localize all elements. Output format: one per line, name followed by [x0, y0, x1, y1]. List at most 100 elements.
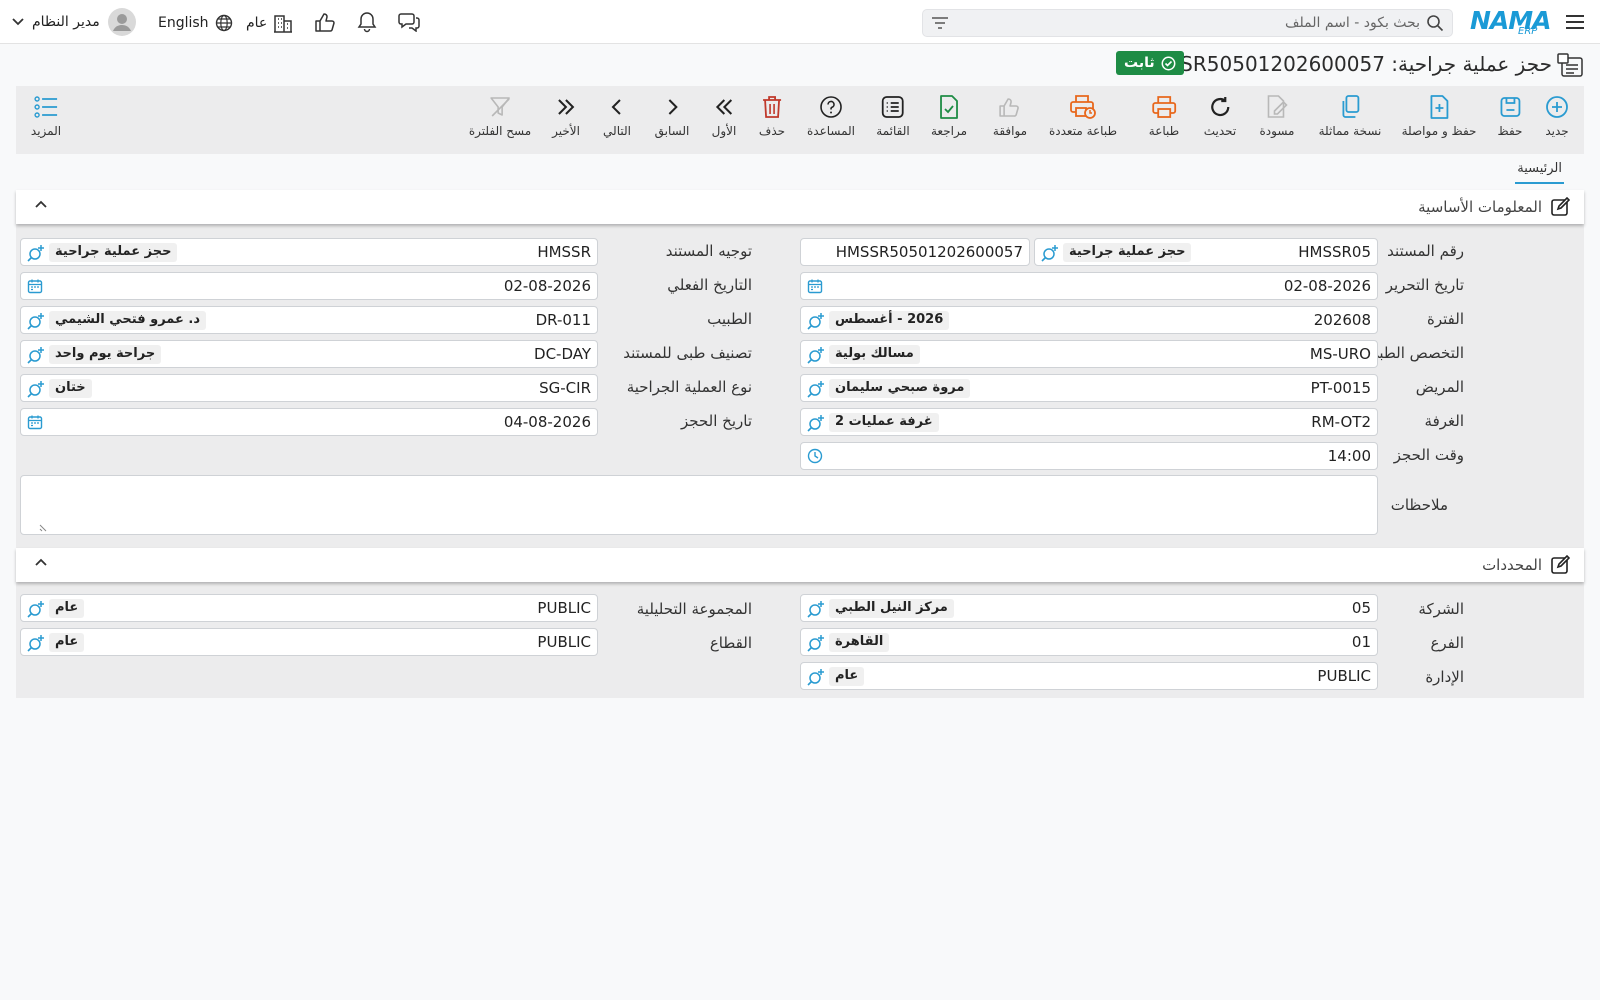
doc-number-field[interactable]: HMSSR05 حجز عملية جراحية: [1034, 238, 1378, 266]
lookup-search-icon[interactable]: [27, 380, 45, 398]
help-button[interactable]: المساعدة: [807, 92, 855, 148]
approve-button[interactable]: موافقة: [993, 92, 1027, 148]
next-button[interactable]: التالي: [603, 92, 631, 148]
first-button[interactable]: الأول: [712, 92, 736, 148]
lookup-search-icon[interactable]: [807, 380, 825, 398]
lookup-search-icon[interactable]: [27, 244, 45, 262]
print-label: طباعة: [1148, 124, 1180, 138]
doctor-field[interactable]: DR-011 د. عمرو فتحي الشيمي: [20, 306, 598, 334]
last-button[interactable]: الأخير: [552, 92, 580, 148]
file-plus-icon: [1428, 94, 1450, 120]
previous-button[interactable]: السابق: [655, 92, 689, 148]
next-label: التالي: [603, 124, 631, 138]
lookup-search-icon[interactable]: [807, 414, 825, 432]
hamburger-menu-icon[interactable]: [1563, 11, 1587, 33]
duplicate-button[interactable]: نسخة مماثلة: [1319, 92, 1381, 148]
search-input[interactable]: [980, 12, 1420, 34]
classification-field[interactable]: DC-DAY جراحة يوم واحد: [20, 340, 598, 368]
more-button[interactable]: المزيد: [31, 92, 61, 148]
collapse-chevron-icon[interactable]: [34, 199, 48, 209]
list-button[interactable]: القائمة: [876, 92, 910, 148]
search-icon[interactable]: [1426, 14, 1444, 32]
sector-field[interactable]: PUBLIC عام: [20, 628, 598, 656]
doc-number-label: رقم المستند: [1387, 242, 1464, 260]
company-code: 05: [1351, 599, 1371, 617]
resize-handle-icon[interactable]: [39, 524, 47, 532]
logo-sub: ERP: [1518, 26, 1538, 37]
basic-info-title: المعلومات الأساسية: [1418, 198, 1542, 216]
lookup-search-icon[interactable]: [807, 634, 825, 652]
specialty-field[interactable]: MS-URO مسالك بولية: [800, 340, 1378, 368]
refresh-button[interactable]: تحديث: [1204, 92, 1236, 148]
lookup-search-icon[interactable]: [27, 312, 45, 330]
tab-main[interactable]: الرئيسية: [1515, 158, 1564, 184]
refresh-icon: [1208, 95, 1232, 119]
company-scope[interactable]: عام: [246, 12, 293, 34]
period-label: الفترة: [1427, 310, 1464, 328]
edit-date-field[interactable]: 02-08-2026: [800, 272, 1378, 300]
doc-direction-field[interactable]: HMSSR حجز عملية جراحية: [20, 238, 598, 266]
specialty-label: التخصص الطبي: [1366, 344, 1464, 362]
patient-name: مروة صبحي سليمان: [829, 379, 971, 398]
collapse-chevron-icon[interactable]: [34, 557, 48, 567]
filter-off-icon: [488, 95, 512, 119]
trash-icon: [761, 94, 783, 120]
surgery-type-field[interactable]: SG-CIR ختان: [20, 374, 598, 402]
clock-icon[interactable]: [807, 448, 823, 464]
double-chevron-right-icon: [556, 98, 576, 116]
notes-textarea[interactable]: [20, 475, 1378, 535]
lookup-search-icon[interactable]: [807, 312, 825, 330]
calendar-icon[interactable]: [807, 278, 823, 294]
patient-label: المريض: [1415, 378, 1464, 396]
department-field[interactable]: PUBLIC عام: [800, 662, 1378, 690]
booking-date-field[interactable]: 04-08-2026: [20, 408, 598, 436]
globe-icon: [215, 14, 233, 32]
printer-icon: [1151, 95, 1177, 119]
lookup-search-icon[interactable]: [807, 346, 825, 364]
language-switch[interactable]: English: [158, 12, 233, 34]
calendar-icon[interactable]: [27, 414, 43, 430]
draft-button[interactable]: مسودة: [1260, 92, 1294, 148]
review-button[interactable]: مراجعة: [931, 92, 967, 148]
thumbs-up-icon[interactable]: [314, 11, 336, 33]
classification-code: DC-DAY: [534, 345, 591, 363]
lookup-search-icon[interactable]: [27, 600, 45, 618]
save-continue-button[interactable]: حفظ و مواصلة: [1402, 92, 1476, 148]
status-label: ثابت: [1124, 55, 1155, 71]
multi-print-button[interactable]: طباعة متعددة: [1049, 92, 1117, 148]
chevron-left-icon: [611, 98, 623, 116]
delete-button[interactable]: حذف: [759, 92, 785, 148]
bell-icon[interactable]: [356, 11, 378, 33]
lookup-search-icon[interactable]: [27, 634, 45, 652]
language-label: English: [158, 15, 209, 31]
lookup-search-icon[interactable]: [807, 600, 825, 618]
chat-icon[interactable]: [398, 11, 420, 33]
branch-field[interactable]: 01 القاهرة: [800, 628, 1378, 656]
room-field[interactable]: RM-OT2 غرفة عمليات 2: [800, 408, 1378, 436]
patient-field[interactable]: PT-0015 مروة صبحي سليمان: [800, 374, 1378, 402]
actual-date-field[interactable]: 02-08-2026: [20, 272, 598, 300]
doctor-label: الطبيب: [707, 310, 752, 328]
calendar-icon[interactable]: [27, 278, 43, 294]
lookup-search-icon[interactable]: [807, 668, 825, 686]
lookup-search-icon[interactable]: [27, 346, 45, 364]
save-icon: [1498, 95, 1522, 119]
building-icon: [273, 13, 293, 33]
lookup-search-icon[interactable]: [1041, 244, 1059, 262]
period-field[interactable]: 202608 2026 - أغسطس: [800, 306, 1378, 334]
new-button[interactable]: جديد: [1545, 92, 1569, 148]
page-title: حجز عملية جراحية: HMSSR50501202600057: [1135, 52, 1552, 76]
filter-icon[interactable]: [931, 16, 949, 30]
doc-number-full-field: HMSSR50501202600057: [800, 238, 1030, 266]
surgery-type-label: نوع العملية الجراحية: [626, 378, 752, 396]
booking-time-field[interactable]: 14:00: [800, 442, 1378, 470]
company-field[interactable]: 05 مركز النيل الطبي: [800, 594, 1378, 622]
dimensions-title: المحددات: [1482, 556, 1542, 574]
analysis-group-field[interactable]: PUBLIC عام: [20, 594, 598, 622]
print-button[interactable]: طباعة: [1149, 92, 1179, 148]
user-menu[interactable]: مدير النظام: [12, 8, 136, 36]
chevron-down-icon: [12, 18, 24, 26]
list-label: القائمة: [876, 124, 910, 138]
clear-filter-button[interactable]: مسح الفلترة: [469, 92, 531, 148]
save-button[interactable]: حفظ: [1498, 92, 1522, 148]
